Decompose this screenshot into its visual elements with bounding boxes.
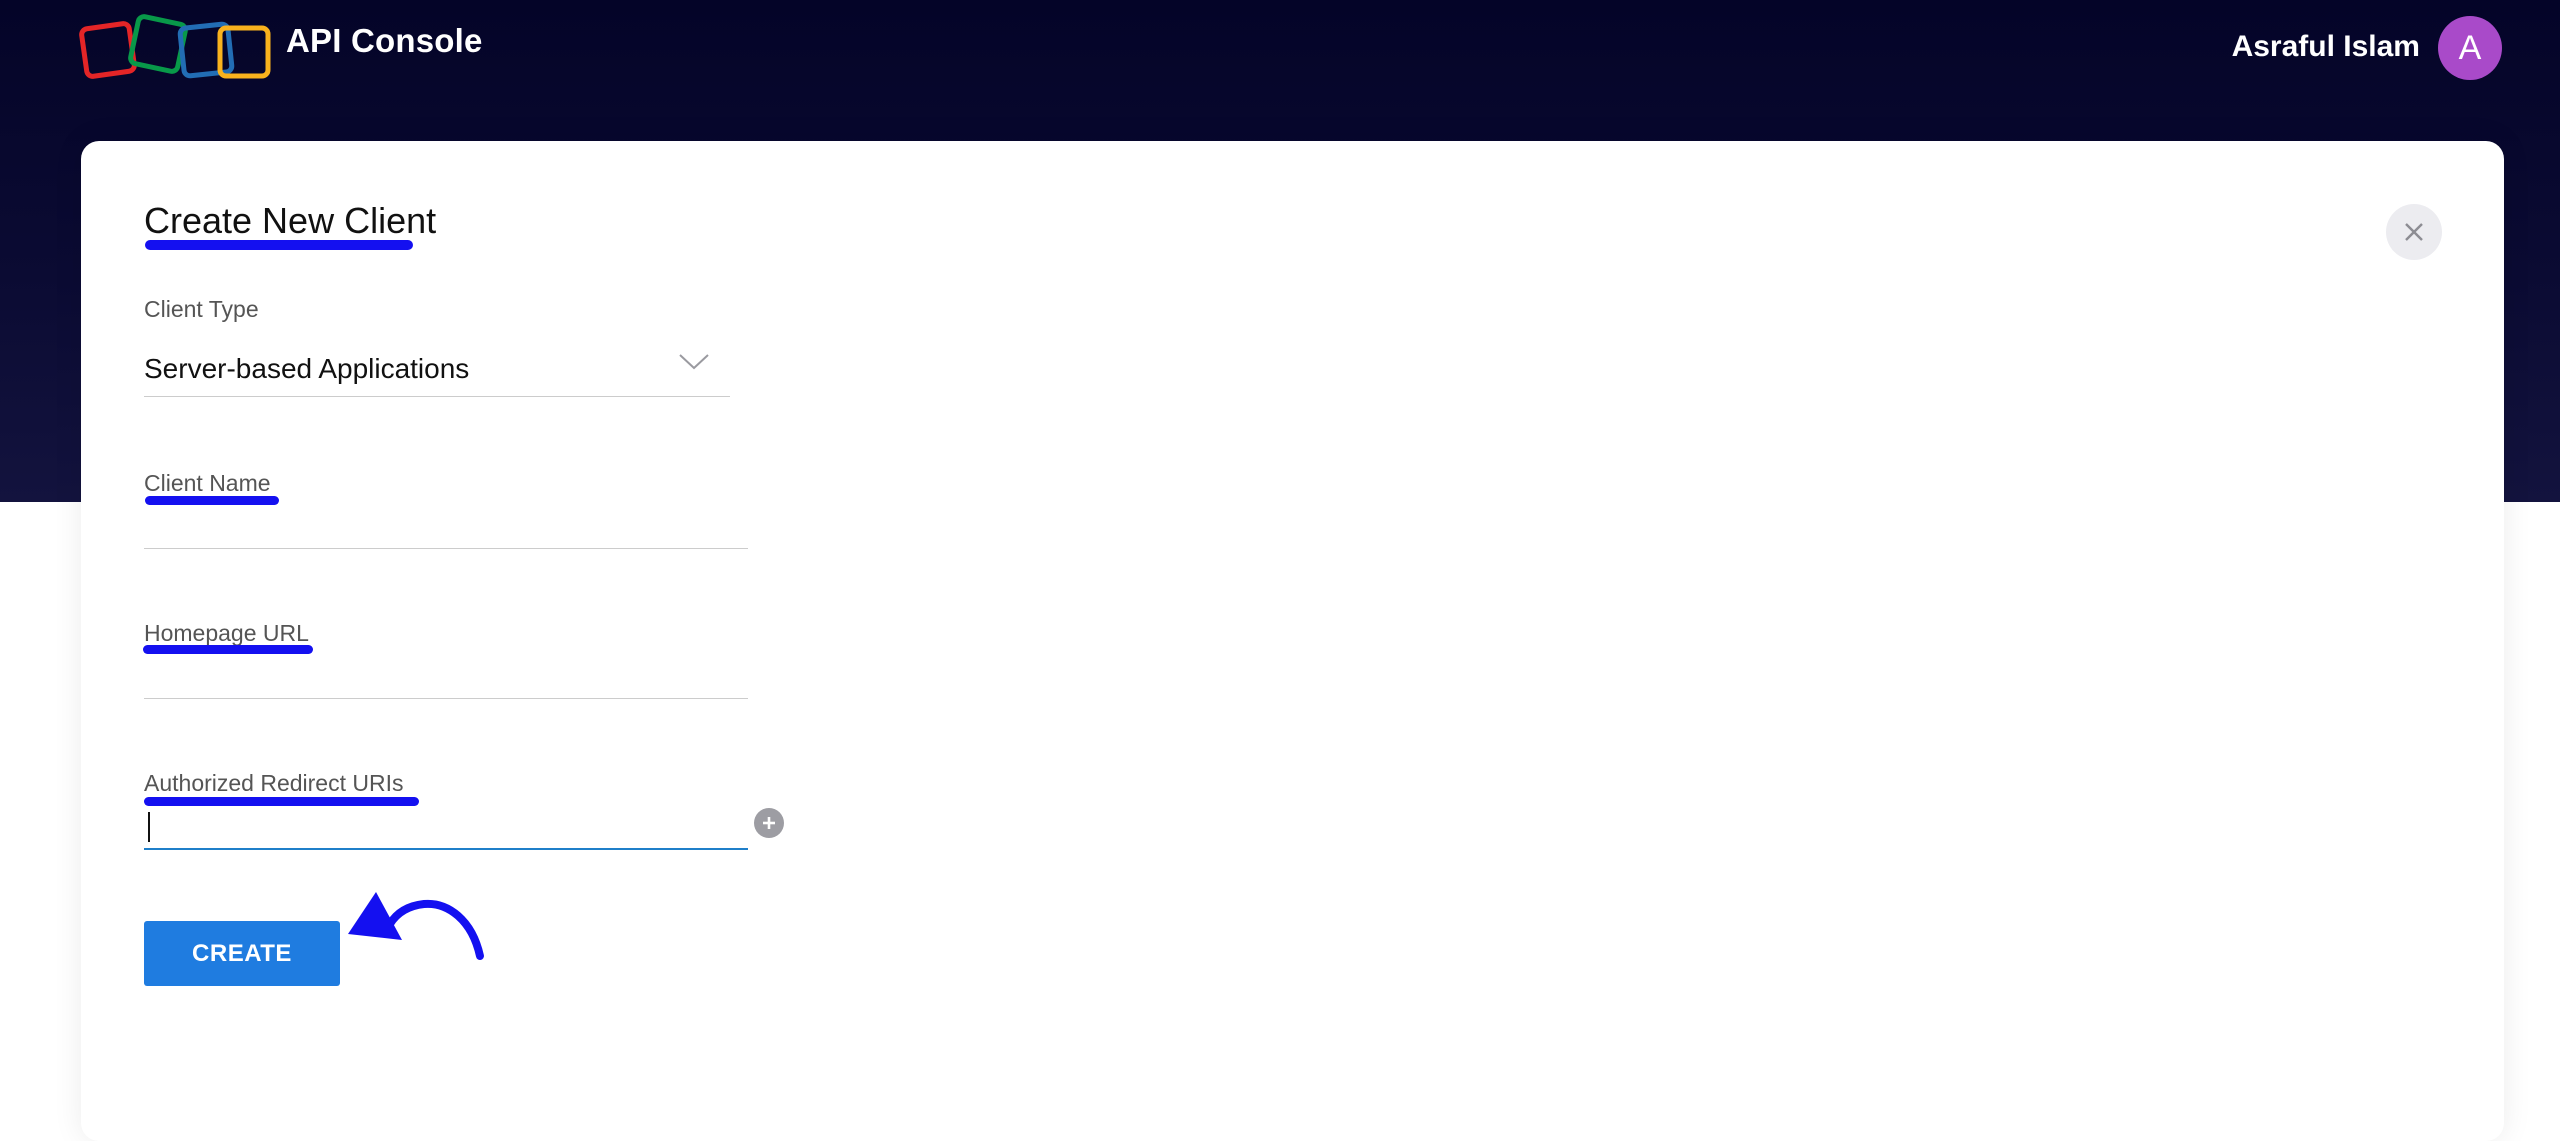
homepage-url-input[interactable] [144,656,748,699]
annotation-underline-client-name [145,496,279,505]
close-button[interactable] [2386,204,2442,260]
close-icon [2405,223,2423,241]
annotation-underline-homepage-url [143,645,313,654]
zoho-logo[interactable] [78,10,278,91]
client-type-value: Server-based Applications [144,353,470,384]
plus-icon [763,817,775,829]
redirect-uris-input[interactable] [144,806,748,850]
text-caret [148,812,150,842]
user-name[interactable]: Asraful Islam [2232,30,2420,64]
homepage-url-label: Homepage URL [144,620,309,646]
annotation-underline-redirect-uris [144,797,419,806]
client-name-input[interactable] [144,506,748,549]
client-type-select[interactable]: Server-based Applications [144,340,730,397]
annotation-arrow-icon [340,880,500,995]
annotation-underline-title [145,240,413,250]
app-title: API Console [286,22,483,59]
redirect-uris-label: Authorized Redirect URIs [144,770,404,796]
create-button[interactable]: CREATE [144,921,340,986]
client-type-label: Client Type [144,296,259,322]
avatar[interactable]: A [2438,16,2502,80]
top-header: API Console Asraful Islam A [0,0,2560,96]
client-name-label: Client Name [144,470,271,496]
avatar-letter: A [2458,28,2482,67]
page-title: Create New Client [144,200,437,241]
chevron-down-icon [678,352,710,377]
add-redirect-uri-button[interactable] [754,808,784,838]
